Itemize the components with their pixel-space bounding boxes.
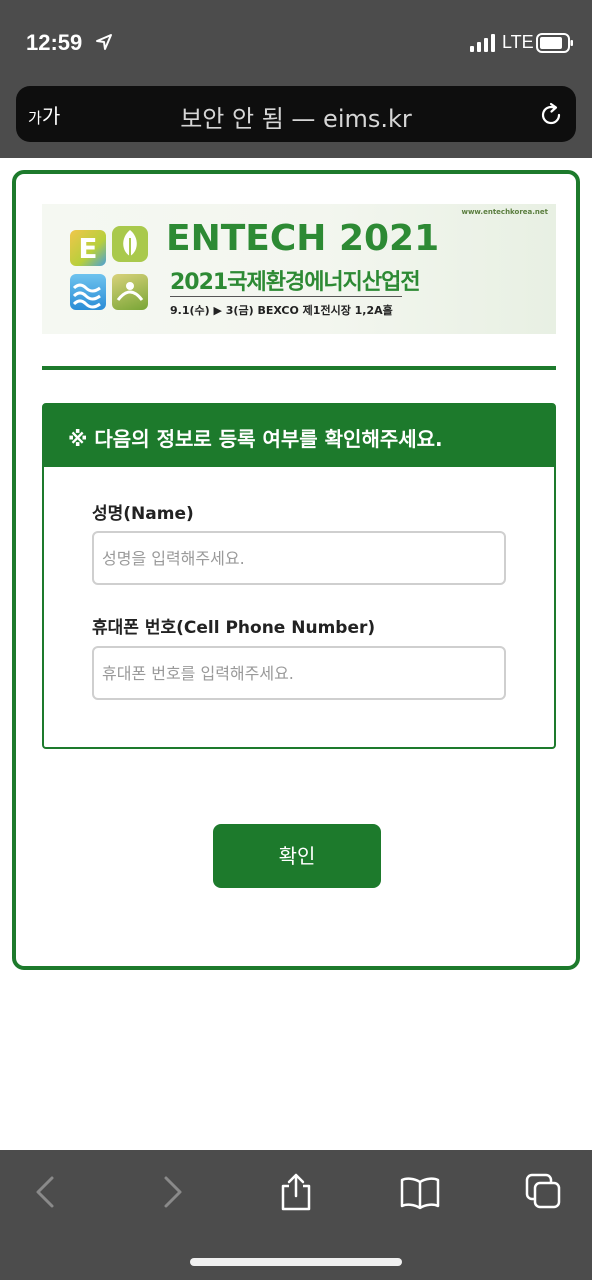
back-icon[interactable]: [26, 1172, 66, 1212]
status-bar: 12:59 LTE: [0, 0, 592, 80]
section-divider: [42, 366, 556, 370]
signal-icon: [470, 34, 495, 52]
phone-input[interactable]: [94, 648, 504, 698]
notice-text: ※ 다음의 정보로 등록 여부를 확인해주세요.: [68, 427, 443, 451]
banner-divider: [170, 296, 402, 297]
home-indicator: [190, 1258, 402, 1266]
share-icon[interactable]: [276, 1172, 316, 1212]
url-text[interactable]: 보안 안 됨 — eims.kr: [16, 99, 576, 134]
browser-chrome: 12:59 LTE 가가 보안 안 됨 — eims.kr: [0, 0, 592, 158]
status-time: 12:59: [26, 30, 83, 55]
logo-letter: E: [78, 232, 98, 265]
address-bar[interactable]: 가가 보안 안 됨 — eims.kr: [16, 86, 576, 142]
tabs-icon[interactable]: [524, 1172, 564, 1212]
banner-dates: 9.1(수) ▶ 3(금) BEXCO 제1전시장 1,2A홀: [170, 304, 393, 317]
name-field[interactable]: [92, 531, 506, 585]
entech-banner: www.entechkorea.net E ENTECH 2021 2021국제…: [42, 204, 556, 334]
banner-subtitle: 2021국제환경에너지산업전: [170, 270, 421, 295]
phone-field[interactable]: [92, 646, 506, 700]
bookmarks-icon[interactable]: [400, 1172, 440, 1212]
reload-icon[interactable]: [538, 102, 564, 128]
banner-website: www.entechkorea.net: [461, 208, 548, 216]
location-arrow-icon: [96, 34, 112, 50]
network-type: LTE: [502, 32, 534, 52]
name-label: 성명(Name): [92, 504, 194, 524]
logo-tile-e: E: [70, 230, 106, 266]
landscape-icon: [112, 274, 148, 310]
registration-check-form: ※ 다음의 정보로 등록 여부를 확인해주세요. 성명(Name) 휴대폰 번호…: [42, 403, 556, 749]
battery-icon: [536, 33, 573, 53]
banner-title: ENTECH 2021: [166, 218, 440, 259]
leaf-icon: [112, 226, 148, 262]
forward-icon[interactable]: [152, 1172, 192, 1212]
phone-label: 휴대폰 번호(Cell Phone Number): [92, 618, 376, 638]
page-card: www.entechkorea.net E ENTECH 2021 2021국제…: [12, 170, 580, 970]
browser-toolbar: [0, 1150, 592, 1280]
notice-header: ※ 다음의 정보로 등록 여부를 확인해주세요.: [44, 405, 554, 467]
wave-icon: [70, 274, 106, 310]
name-input[interactable]: [94, 533, 504, 583]
confirm-button[interactable]: 확인: [213, 824, 381, 888]
